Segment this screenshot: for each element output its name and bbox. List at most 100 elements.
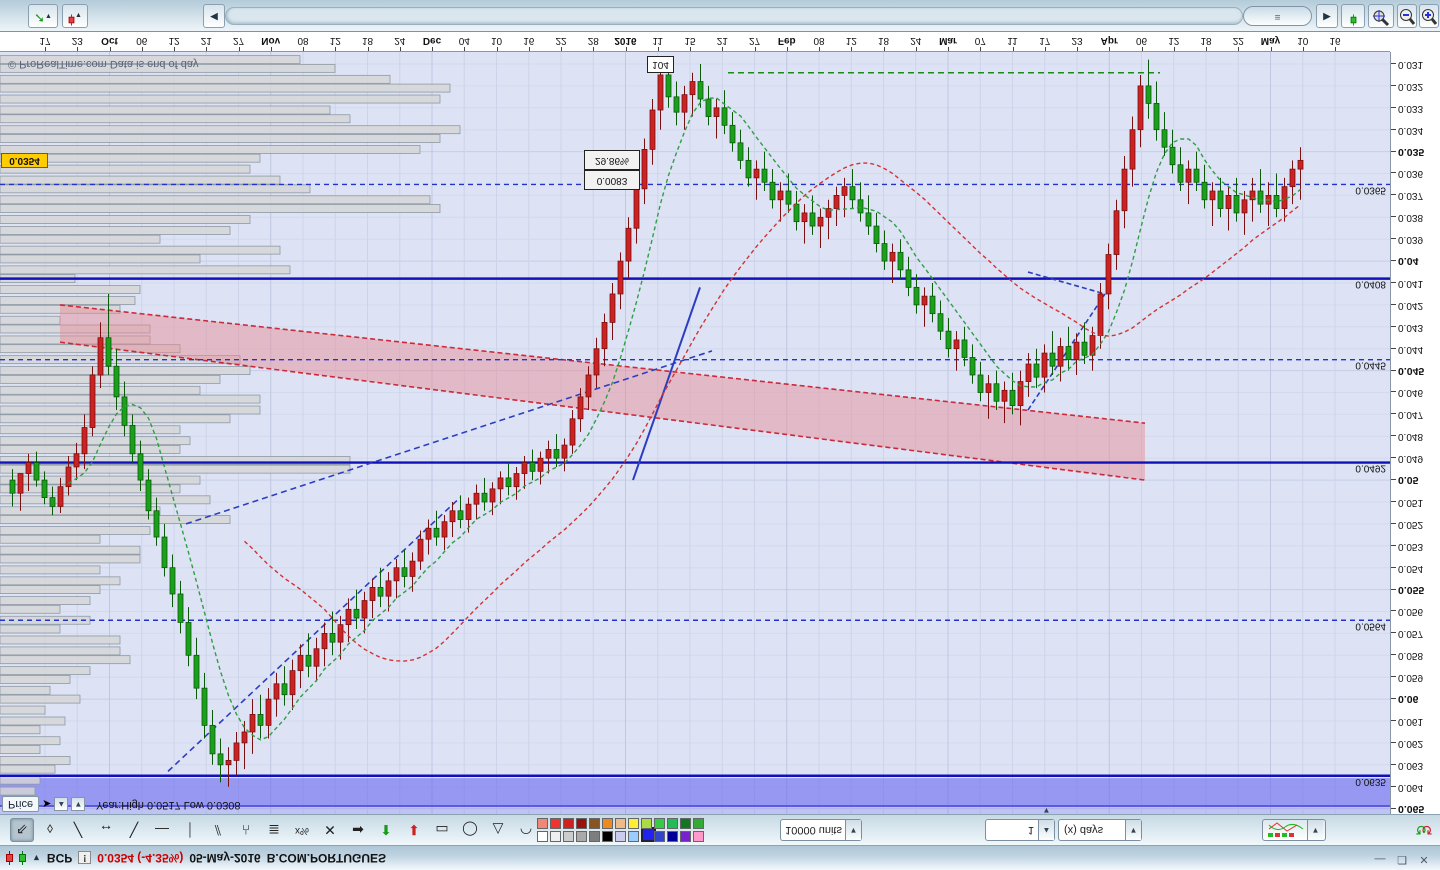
fan-tool-icon[interactable]: ⑃ <box>234 818 258 842</box>
ruler-tool-icon[interactable]: ⬨ <box>38 818 62 842</box>
close-button[interactable]: ✕ <box>1416 851 1432 866</box>
color-swatch[interactable] <box>576 831 587 842</box>
chart-style-button[interactable]: ➚▼ <box>28 4 58 28</box>
color-swatch[interactable] <box>563 818 574 829</box>
arrow-up-buy-icon[interactable]: ⬆ <box>374 818 398 842</box>
price-axis-label: 0.062 <box>1398 737 1424 749</box>
color-swatch[interactable] <box>550 831 561 842</box>
vertical-line-tool-icon[interactable]: ⏐ <box>178 818 202 842</box>
instrument-status-bar[interactable]: ▼ BCP ! 0.0354 (-4.35%) 05-May-2016 B.CO… <box>0 845 1440 870</box>
candle-body <box>121 396 128 426</box>
zoom-in-icon[interactable] <box>1419 4 1439 28</box>
color-swatch[interactable] <box>654 818 665 829</box>
scale-down-button[interactable]: ▼ <box>71 797 86 811</box>
spinner-up-down-icon[interactable]: ▲ ▼ <box>1038 806 1054 840</box>
date-axis-label: 28 <box>587 35 599 46</box>
indicator-dropdown-icon[interactable]: ▼ <box>1307 820 1323 840</box>
scrollbar-thumb[interactable]: ≡ <box>1243 6 1312 26</box>
drawing-toolbar[interactable]: ⇖ ⬨ ╱ ↔ ╲ — ⏐ ⫽ ⑃ ≣ x% ✕ ➡ ⬆ ⬇ ▭ ◯ △ ◠ 1… <box>0 806 1440 845</box>
date-axis-label: 17 <box>39 35 51 46</box>
color-swatch[interactable] <box>537 831 548 842</box>
measure-percent-label[interactable]: 29.86% <box>584 150 640 170</box>
date-axis-tick <box>1141 47 1143 51</box>
ellipse-tool-icon[interactable]: ◯ <box>458 818 482 842</box>
scroll-zoom-bar[interactable]: ➚▼ ▼ ◀ ≡ ▶ <box>0 0 1440 32</box>
tab-price[interactable]: Price <box>2 796 40 812</box>
price-axis-label: 0.058 <box>1398 650 1424 662</box>
color-swatch[interactable] <box>667 831 678 842</box>
zoom-out-icon[interactable] <box>1397 4 1417 28</box>
color-swatch[interactable] <box>628 831 639 842</box>
instrument-ticker[interactable]: BCP <box>47 851 72 865</box>
candle-body <box>513 473 520 488</box>
color-swatch[interactable] <box>602 818 613 829</box>
horizontal-line-tool-icon[interactable]: — <box>150 818 174 842</box>
arrow-right-icon[interactable]: ➡ <box>346 818 370 842</box>
refresh-arrows-icon[interactable]: ↻↺ <box>1412 818 1436 842</box>
scroll-right-button[interactable]: ▶ <box>1316 4 1338 28</box>
indicator-button[interactable]: ▼ <box>1262 819 1326 841</box>
candle-body <box>97 337 104 376</box>
alert-icon[interactable]: ! <box>78 851 92 865</box>
measure-value-label[interactable]: 0.0083 <box>584 170 640 190</box>
color-swatch[interactable] <box>680 818 691 829</box>
units-dropdown-icon[interactable]: ▼ <box>845 820 861 840</box>
date-axis-label: 23 <box>71 35 83 46</box>
date-axis[interactable]: 17 23 Oct 06 12 21 27 Nov 08 12 18 24 Dec 04 10 16 22 28 2… <box>0 32 1390 52</box>
color-swatch[interactable] <box>667 818 678 829</box>
candle-body <box>49 497 56 507</box>
level-price-label: 0.0564 <box>1355 620 1386 631</box>
scroll-left-button[interactable]: ◀ <box>203 4 225 28</box>
color-swatch[interactable] <box>680 831 691 842</box>
rectangle-tool-icon[interactable]: ▭ <box>430 818 454 842</box>
volume-profile-bar <box>0 105 331 115</box>
trendline-endpoint-label[interactable]: 104 <box>647 56 674 73</box>
candle-body <box>1049 352 1056 367</box>
collapse-arrow-icon[interactable]: ▼ <box>32 853 41 863</box>
period-select[interactable]: (x) days ▼ <box>1058 819 1142 841</box>
price-axis[interactable]: 0.031 0.032 0.033 0.034 0.035 0.036 0.037 0.038… <box>1390 52 1440 815</box>
date-axis-label: Mar <box>939 35 957 46</box>
last-price-tag: 0.0354 <box>1 153 48 169</box>
scale-up-button[interactable]: ▲ <box>54 797 69 811</box>
color-swatch[interactable] <box>615 818 626 829</box>
color-swatch[interactable] <box>563 831 574 842</box>
extended-line-tool-icon[interactable]: ↔ <box>94 818 118 842</box>
restore-button[interactable]: ❐ <box>1394 851 1410 866</box>
candle-body <box>1225 194 1232 209</box>
period-dropdown-icon[interactable]: ▼ <box>1125 820 1141 840</box>
price-axis-label: 0.051 <box>1398 497 1424 508</box>
color-swatch[interactable] <box>693 818 704 829</box>
color-swatch[interactable] <box>576 818 587 829</box>
zoom-select-tool-icon[interactable] <box>1341 4 1365 28</box>
segment-tool-icon[interactable]: ╱ <box>66 818 90 842</box>
date-axis-tick <box>464 47 466 51</box>
annotation-tool-icon[interactable]: ≣ <box>262 818 286 842</box>
trendline-tool-icon[interactable]: ╲ <box>122 818 146 842</box>
color-swatch[interactable] <box>589 818 600 829</box>
color-swatch[interactable] <box>615 831 626 842</box>
channel-tool-icon[interactable]: ⫽ <box>206 818 230 842</box>
color-swatch[interactable] <box>602 831 613 842</box>
chart-plot-area[interactable]: 0.0365 0.0408 0.0445 0.0492 0.0564 0.0635 0.0… <box>0 52 1390 815</box>
minimize-button[interactable]: — <box>1372 851 1388 866</box>
date-axis-label: 24 <box>394 35 406 46</box>
arrow-down-sell-icon[interactable]: ⬇ <box>402 818 426 842</box>
color-swatch[interactable] <box>550 818 561 829</box>
pointer-tool-icon[interactable]: ⇖ <box>10 818 34 842</box>
color-swatch[interactable] <box>589 831 600 842</box>
units-input[interactable]: 10000 units ▼ <box>780 819 862 841</box>
color-swatch[interactable] <box>641 818 652 829</box>
candlestick-view-button[interactable]: ▼ <box>62 4 88 28</box>
color-swatch[interactable] <box>693 831 704 842</box>
scrollbar-track[interactable] <box>225 7 1243 25</box>
color-swatch[interactable] <box>654 831 665 842</box>
zoom-drag-tool-icon[interactable] <box>1368 4 1394 28</box>
arc-tool-icon[interactable]: ◠ <box>514 818 538 842</box>
cross-tool-icon[interactable]: ✕ <box>318 818 342 842</box>
triangle-tool-icon[interactable]: △ <box>486 818 510 842</box>
color-swatch[interactable] <box>628 818 639 829</box>
retracement-tool-icon[interactable]: x% <box>290 818 314 842</box>
bar-count-input[interactable]: 1 ▲ ▼ <box>985 806 1055 841</box>
color-swatch[interactable] <box>537 818 548 829</box>
